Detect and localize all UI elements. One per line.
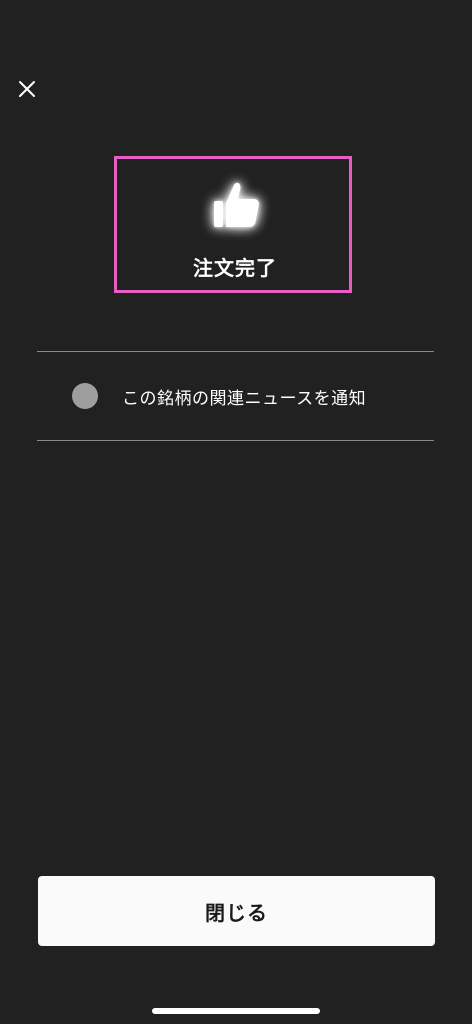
home-indicator [152, 1008, 320, 1014]
notification-label: この銘柄の関連ニュースを通知 [122, 388, 367, 409]
toggle-radio[interactable] [72, 383, 98, 409]
close-button-top[interactable] [12, 76, 42, 106]
news-notification-toggle[interactable]: この銘柄の関連ニュースを通知 [37, 352, 434, 440]
thumbs-up-icon [206, 176, 268, 234]
divider [37, 440, 434, 441]
order-complete-title: 注文完了 [193, 256, 277, 280]
close-button[interactable]: 閉じる [38, 876, 435, 946]
close-icon[interactable] [18, 80, 36, 102]
